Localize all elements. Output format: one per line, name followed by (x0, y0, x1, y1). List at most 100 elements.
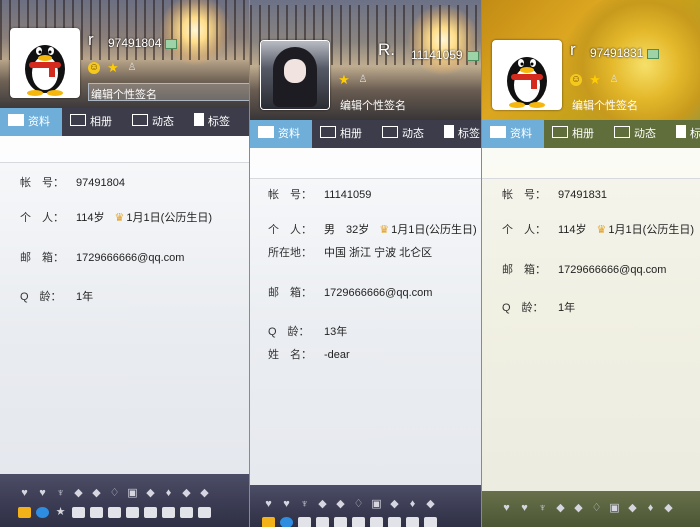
badge-icon[interactable]: ♥ (18, 488, 31, 499)
badge-icon[interactable]: ◆ (198, 488, 211, 499)
badge-icon[interactable]: ♥ (500, 503, 513, 514)
badge-icon[interactable]: ◆ (90, 488, 103, 499)
figure-icon[interactable]: ♙ (126, 62, 138, 74)
field-label: Q 龄： (268, 326, 310, 338)
badge-icon[interactable]: ◆ (180, 488, 193, 499)
field-email: 邮 箱： 1729666666@qq.com (20, 249, 184, 265)
badge-icon[interactable]: ◆ (316, 499, 329, 510)
app-icon[interactable] (198, 507, 211, 518)
tab-label: 相册 (90, 116, 112, 128)
badge-icon[interactable]: ♆ (298, 499, 311, 510)
tab-album[interactable]: 相册 (312, 120, 374, 148)
star-app-icon[interactable]: ★ (54, 507, 67, 518)
star-icon[interactable]: ★ (107, 61, 119, 74)
app-icon[interactable] (162, 507, 175, 518)
tab-profile[interactable]: 资料 (250, 120, 312, 148)
badge-icon[interactable]: ▣ (370, 499, 383, 510)
status-icons: ★ ♙ (338, 73, 376, 88)
tab-album[interactable]: 相册 (62, 108, 124, 136)
badge-icon[interactable]: ♆ (536, 503, 549, 514)
badge-icon[interactable]: ♢ (108, 488, 121, 499)
tab-tags[interactable]: 标签 (436, 120, 481, 148)
badge-icon[interactable]: ◆ (626, 503, 639, 514)
figure-icon[interactable]: ♙ (357, 74, 369, 86)
app-icon[interactable] (90, 507, 103, 518)
app-icon[interactable] (36, 507, 49, 518)
signature-input[interactable]: 编辑个性签名 (570, 95, 640, 115)
smile-status-icon[interactable]: ☺ (570, 74, 582, 86)
figure-icon[interactable]: ♙ (608, 74, 620, 86)
app-icon[interactable] (352, 517, 365, 527)
tab-album[interactable]: 相册 (544, 120, 606, 148)
app-icon[interactable] (388, 517, 401, 527)
tab-feed[interactable]: 动态 (124, 108, 186, 136)
badge-icon[interactable]: ♥ (262, 499, 275, 510)
nickname[interactable]: r (88, 30, 94, 50)
qq-number: 97491804 (108, 36, 178, 50)
field-label: Q 龄： (502, 302, 544, 314)
signature-input[interactable]: 编辑个性签名 (88, 83, 249, 101)
chat-bubble-icon[interactable] (647, 48, 660, 59)
content-top-band (250, 148, 481, 179)
tab-profile[interactable]: 资料 (0, 108, 62, 136)
badge-icon[interactable]: ◆ (554, 503, 567, 514)
chat-bubble-icon[interactable] (466, 50, 479, 61)
field-value: 1729666666@qq.com (558, 264, 667, 276)
app-icon[interactable] (298, 517, 311, 527)
app-icon[interactable] (424, 517, 437, 527)
field-account: 帐 号： 97491831 (502, 186, 607, 202)
badge-icon[interactable]: ▣ (126, 488, 139, 499)
badge-icon[interactable]: ◆ (388, 499, 401, 510)
star-icon[interactable]: ★ (589, 73, 601, 86)
app-icon[interactable] (406, 517, 419, 527)
star-icon[interactable]: ★ (338, 73, 350, 86)
badge-icon[interactable]: ♢ (352, 499, 365, 510)
tab-label: 动态 (634, 128, 656, 140)
badge-icon[interactable]: ♦ (406, 499, 419, 510)
avatar[interactable] (260, 40, 330, 110)
badge-icon[interactable]: ♥ (518, 503, 531, 514)
badge-icon[interactable]: ◆ (662, 503, 675, 514)
app-icon[interactable] (280, 517, 293, 527)
badge-icon[interactable]: ◆ (144, 488, 157, 499)
app-icon[interactable] (108, 507, 121, 518)
field-label: 姓 名： (268, 349, 312, 361)
tab-tags[interactable]: 标签 (668, 120, 700, 148)
id-card-icon (8, 114, 24, 126)
app-icon[interactable] (144, 507, 157, 518)
app-icon[interactable] (370, 517, 383, 527)
chat-bubble-icon[interactable] (165, 38, 178, 49)
badge-icon[interactable]: ◆ (572, 503, 585, 514)
signature-input[interactable]: 编辑个性签名 (338, 95, 408, 115)
avatar[interactable] (10, 28, 80, 98)
badge-icon[interactable]: ▣ (608, 503, 621, 514)
app-icon[interactable] (316, 517, 329, 527)
app-icon[interactable] (18, 507, 31, 518)
app-icon[interactable] (334, 517, 347, 527)
app-icon[interactable] (126, 507, 139, 518)
badge-icon[interactable]: ♥ (36, 488, 49, 499)
field-value: 11141059 (324, 189, 372, 201)
badge-icon[interactable]: ♥ (280, 499, 293, 510)
app-icon[interactable] (262, 517, 275, 527)
app-icon[interactable] (180, 507, 193, 518)
bookmark-icon (676, 125, 686, 138)
nickname[interactable]: R. (378, 40, 395, 60)
nickname[interactable]: r (570, 40, 576, 60)
tab-label: 资料 (278, 128, 300, 140)
badge-icon[interactable]: ♆ (54, 488, 67, 499)
smile-status-icon[interactable]: ☺ (88, 62, 100, 74)
badge-icon[interactable]: ♦ (162, 488, 175, 499)
tab-label: 相册 (340, 128, 362, 140)
badge-icon[interactable]: ◆ (72, 488, 85, 499)
badge-icon[interactable]: ♢ (590, 503, 603, 514)
badge-icon[interactable]: ◆ (334, 499, 347, 510)
tab-tags[interactable]: 标签 (186, 108, 242, 136)
badge-icon[interactable]: ♦ (644, 503, 657, 514)
avatar[interactable] (492, 40, 562, 110)
badge-icon[interactable]: ◆ (424, 499, 437, 510)
app-icon[interactable] (72, 507, 85, 518)
tab-feed[interactable]: 动态 (374, 120, 436, 148)
tab-profile[interactable]: 资料 (482, 120, 544, 148)
tab-feed[interactable]: 动态 (606, 120, 668, 148)
